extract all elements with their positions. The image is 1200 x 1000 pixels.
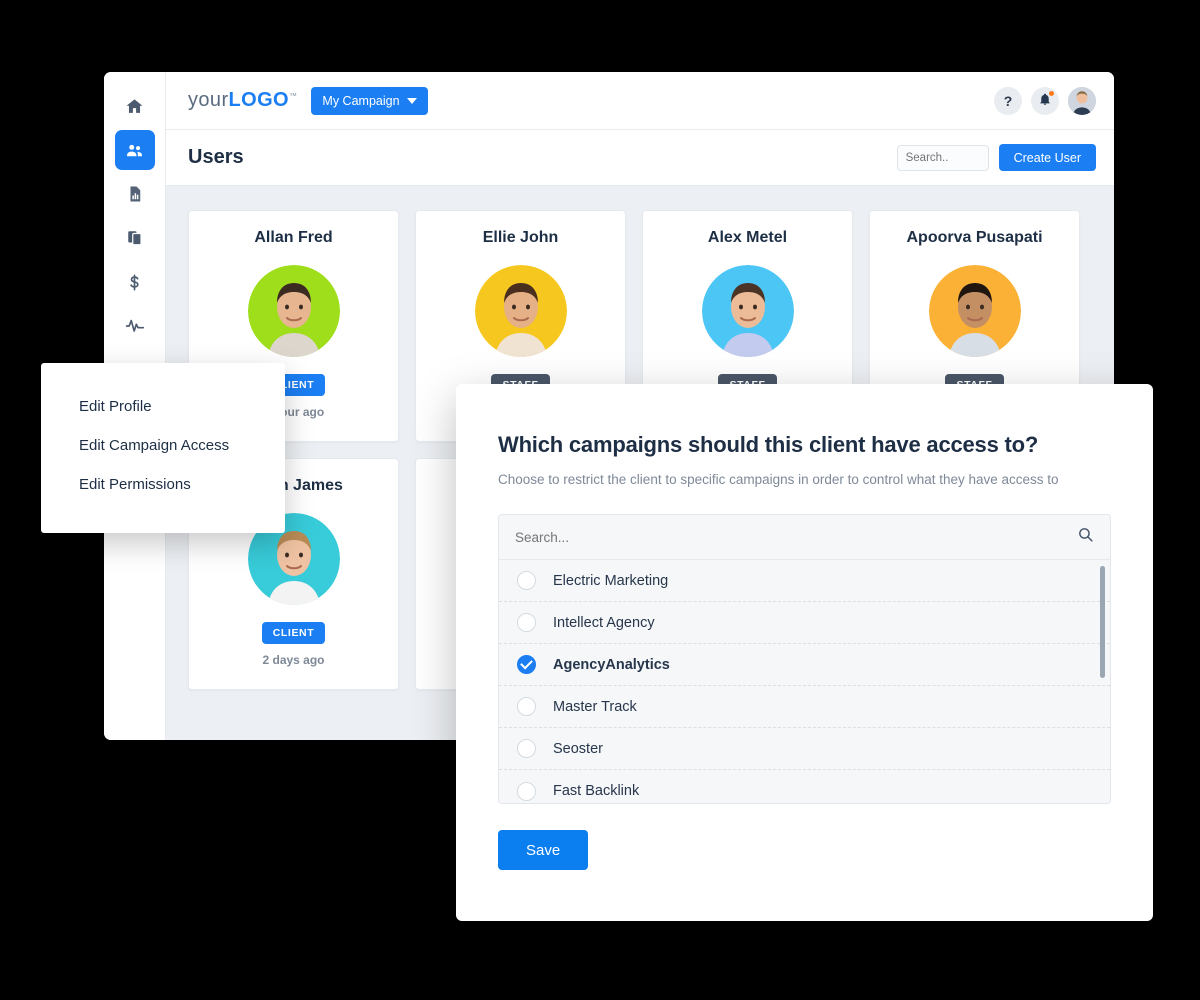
campaign-list-item-label: Electric Marketing <box>553 572 669 589</box>
campaign-selector-label: My Campaign <box>322 93 400 108</box>
billing-icon <box>125 273 144 292</box>
user-card-avatar <box>701 265 794 357</box>
logo-prefix: your <box>188 89 229 111</box>
notification-badge-dot <box>1048 89 1055 97</box>
campaign-list-scrollbar[interactable] <box>1100 566 1105 797</box>
campaign-list-item[interactable]: Fast Backlink <box>499 770 1110 803</box>
report-icon <box>126 185 144 203</box>
sidebar-slot <box>104 216 165 260</box>
sidebar-slot <box>104 260 165 304</box>
sidebar-item-home[interactable] <box>115 86 155 126</box>
campaign-list-item[interactable]: Master Track <box>499 686 1110 728</box>
save-button[interactable]: Save <box>498 830 589 870</box>
chevron-down-icon <box>406 97 417 104</box>
campaign-list-item-label: Fast Backlink <box>553 783 640 799</box>
page-header-actions: Create User <box>896 144 1096 171</box>
checkbox-empty-icon[interactable] <box>517 613 536 632</box>
campaign-list-scroll-thumb[interactable] <box>1100 566 1105 678</box>
user-card-name: Allan Fred <box>254 229 333 246</box>
search-icon[interactable] <box>1077 526 1094 548</box>
campaign-list-rows: Electric Marketing Intellect Agency Agency… <box>499 560 1110 803</box>
help-button[interactable]: ? <box>994 86 1022 115</box>
sidebar-slot <box>104 128 165 172</box>
users-icon <box>125 141 144 160</box>
sidebar-item-activity[interactable] <box>115 306 155 346</box>
users-search-input[interactable] <box>896 144 989 171</box>
user-card-name: Alex Metel <box>707 229 788 246</box>
campaign-list-item[interactable]: Intellect Agency <box>499 602 1110 644</box>
context-menu-item-edit-campaign-access[interactable]: Edit Campaign Access <box>41 426 285 465</box>
campaign-picker: Electric Marketing Intellect Agency Agency… <box>498 514 1111 804</box>
user-card-timestamp: 2 days ago <box>262 653 325 667</box>
campaign-list-item[interactable]: Seoster <box>499 728 1110 770</box>
checkbox-empty-icon[interactable] <box>517 571 536 590</box>
sidebar-item-files[interactable] <box>115 218 155 258</box>
checkbox-empty-icon[interactable] <box>517 781 536 801</box>
notifications-button[interactable] <box>1031 86 1059 115</box>
campaign-selector-button[interactable]: My Campaign <box>311 86 428 115</box>
campaign-search-input[interactable] <box>515 529 1077 545</box>
topbar-actions: ? <box>994 86 1096 115</box>
home-icon <box>125 97 144 116</box>
user-card-name: Ellie John <box>482 229 559 246</box>
activity-icon <box>125 316 145 336</box>
user-card-avatar <box>474 265 567 357</box>
user-card-role-badge: CLIENT <box>261 622 326 644</box>
campaign-list-item[interactable]: AgencyAnalytics <box>499 644 1110 686</box>
logo-bold: LOGO <box>228 89 290 111</box>
context-menu-item-edit-profile[interactable]: Edit Profile <box>41 387 285 426</box>
context-menu-item-edit-permissions[interactable]: Edit Permissions <box>41 465 285 504</box>
campaign-list-item-label: AgencyAnalytics <box>553 656 670 673</box>
campaign-access-modal: Which campaigns should this client have … <box>456 384 1153 921</box>
context-menu: Edit Profile Edit Campaign Access Edit P… <box>41 363 285 533</box>
sidebar-slot <box>104 304 165 348</box>
campaign-list-item-label: Seoster <box>553 740 603 757</box>
user-card-avatar <box>928 265 1021 357</box>
topbar: yourLOGO™ My Campaign ? <box>166 72 1114 130</box>
user-card-avatar <box>247 265 340 357</box>
page-header: Users Create User <box>166 130 1114 186</box>
sidebar-item-reports[interactable] <box>115 174 155 214</box>
campaign-list[interactable]: Electric Marketing Intellect Agency Agency… <box>499 560 1110 803</box>
campaign-list-item-label: Intellect Agency <box>553 614 655 631</box>
campaign-list-item-label: Master Track <box>553 698 637 715</box>
checkbox-empty-icon[interactable] <box>517 697 536 716</box>
sidebar-item-users[interactable] <box>114 130 155 170</box>
user-card-name: Apoorva Pusapati <box>906 229 1043 246</box>
sidebar-item-billing[interactable] <box>115 262 155 302</box>
files-icon <box>126 229 144 247</box>
modal-subtitle: Choose to restrict the client to specifi… <box>498 472 1059 487</box>
question-mark-icon: ? <box>1003 92 1013 109</box>
page-title: Users <box>188 146 244 168</box>
checkbox-empty-icon[interactable] <box>517 739 536 758</box>
avatar[interactable] <box>1068 86 1096 115</box>
app-logo[interactable]: yourLOGO™ <box>188 89 297 112</box>
sidebar-slot <box>104 84 165 128</box>
campaign-search-row <box>499 515 1110 560</box>
screenshot-root: yourLOGO™ My Campaign ? Users Search.. C… <box>0 0 1200 1000</box>
modal-title: Which campaigns should this client have … <box>498 432 1039 457</box>
create-user-button[interactable]: Create User <box>998 144 1096 171</box>
logo-trademark: ™ <box>289 91 298 101</box>
campaign-list-item[interactable]: Electric Marketing <box>499 560 1110 602</box>
sidebar-slot <box>104 172 165 216</box>
checkbox-checked-icon[interactable] <box>517 655 536 674</box>
